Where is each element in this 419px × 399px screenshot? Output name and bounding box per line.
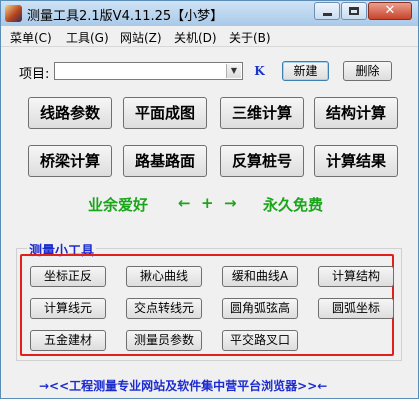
tool-surveyor-params[interactable]: 测量员参数	[126, 330, 202, 351]
tool-hardware-materials[interactable]: 五金建材	[30, 330, 106, 351]
btn-calc-results[interactable]: 计算结果	[314, 145, 398, 177]
btn-reverse-station[interactable]: 反算桩号	[220, 145, 304, 177]
tool-calc-structure[interactable]: 计算结构	[318, 266, 394, 287]
tool-arc-chord-height[interactable]: 圆角弧弦高	[222, 298, 298, 319]
tool-transition-curve-a[interactable]: 缓和曲线A	[222, 266, 298, 287]
chevron-down-icon[interactable]: ▼	[226, 64, 241, 78]
main-window: 测量工具2.1版V4.11.25【小梦】 ✕ 菜单(C) 工具(G) 网站(Z)…	[0, 0, 419, 399]
delete-button[interactable]: 删除	[343, 61, 392, 81]
app-icon	[5, 5, 22, 22]
tool-calc-line-element[interactable]: 计算线元	[30, 298, 106, 319]
new-button[interactable]: 新建	[282, 61, 329, 81]
close-icon: ✕	[384, 3, 396, 18]
menu-bar: 菜单(C) 工具(G) 网站(Z) 关机(D) 关于(B)	[1, 26, 418, 47]
project-select[interactable]: ▼	[54, 62, 243, 80]
slogan-left: 业余爱好	[88, 196, 149, 214]
btn-3d-calc[interactable]: 三维计算	[220, 97, 304, 129]
menu-tools[interactable]: 工具(G)	[66, 29, 109, 46]
tool-coord-convert[interactable]: 坐标正反	[30, 266, 106, 287]
minimize-icon	[323, 13, 332, 16]
slogan-arrows: ← + →	[178, 194, 237, 212]
tool-curve[interactable]: 揪心曲线	[126, 266, 202, 287]
title-bar[interactable]: 测量工具2.1版V4.11.25【小梦】 ✕	[1, 1, 418, 26]
maximize-button[interactable]	[341, 2, 367, 20]
menu-about[interactable]: 关于(B)	[229, 29, 271, 46]
menu-shutdown[interactable]: 关机(D)	[174, 29, 217, 46]
window-controls: ✕	[313, 2, 412, 20]
menu-caidan[interactable]: 菜单(C)	[10, 29, 52, 46]
tool-arc-coords[interactable]: 圆弧坐标	[318, 298, 394, 319]
minimize-button[interactable]	[314, 2, 340, 20]
project-label: 项目:	[19, 67, 50, 82]
slogan-right: 永久免费	[263, 196, 324, 214]
btn-plan-drawing[interactable]: 平面成图	[123, 97, 207, 129]
btn-route-params[interactable]: 线路参数	[28, 97, 112, 129]
btn-bridge-calc[interactable]: 桥梁计算	[28, 145, 112, 177]
btn-subgrade[interactable]: 路基路面	[123, 145, 207, 177]
tool-level-crossing[interactable]: 平交路叉口	[222, 330, 298, 351]
btn-structure-calc[interactable]: 结构计算	[314, 97, 398, 129]
tool-intersection-to-element[interactable]: 交点转线元	[126, 298, 202, 319]
window-title: 测量工具2.1版V4.11.25【小梦】	[27, 9, 224, 24]
menu-website[interactable]: 网站(Z)	[120, 29, 162, 46]
footer-browser-link[interactable]: →<<工程测量专业网站及软件集中营平台浏览器>>←	[39, 377, 327, 394]
maximize-icon	[349, 7, 359, 15]
close-button[interactable]: ✕	[368, 2, 412, 20]
k-button[interactable]: K	[252, 63, 267, 79]
